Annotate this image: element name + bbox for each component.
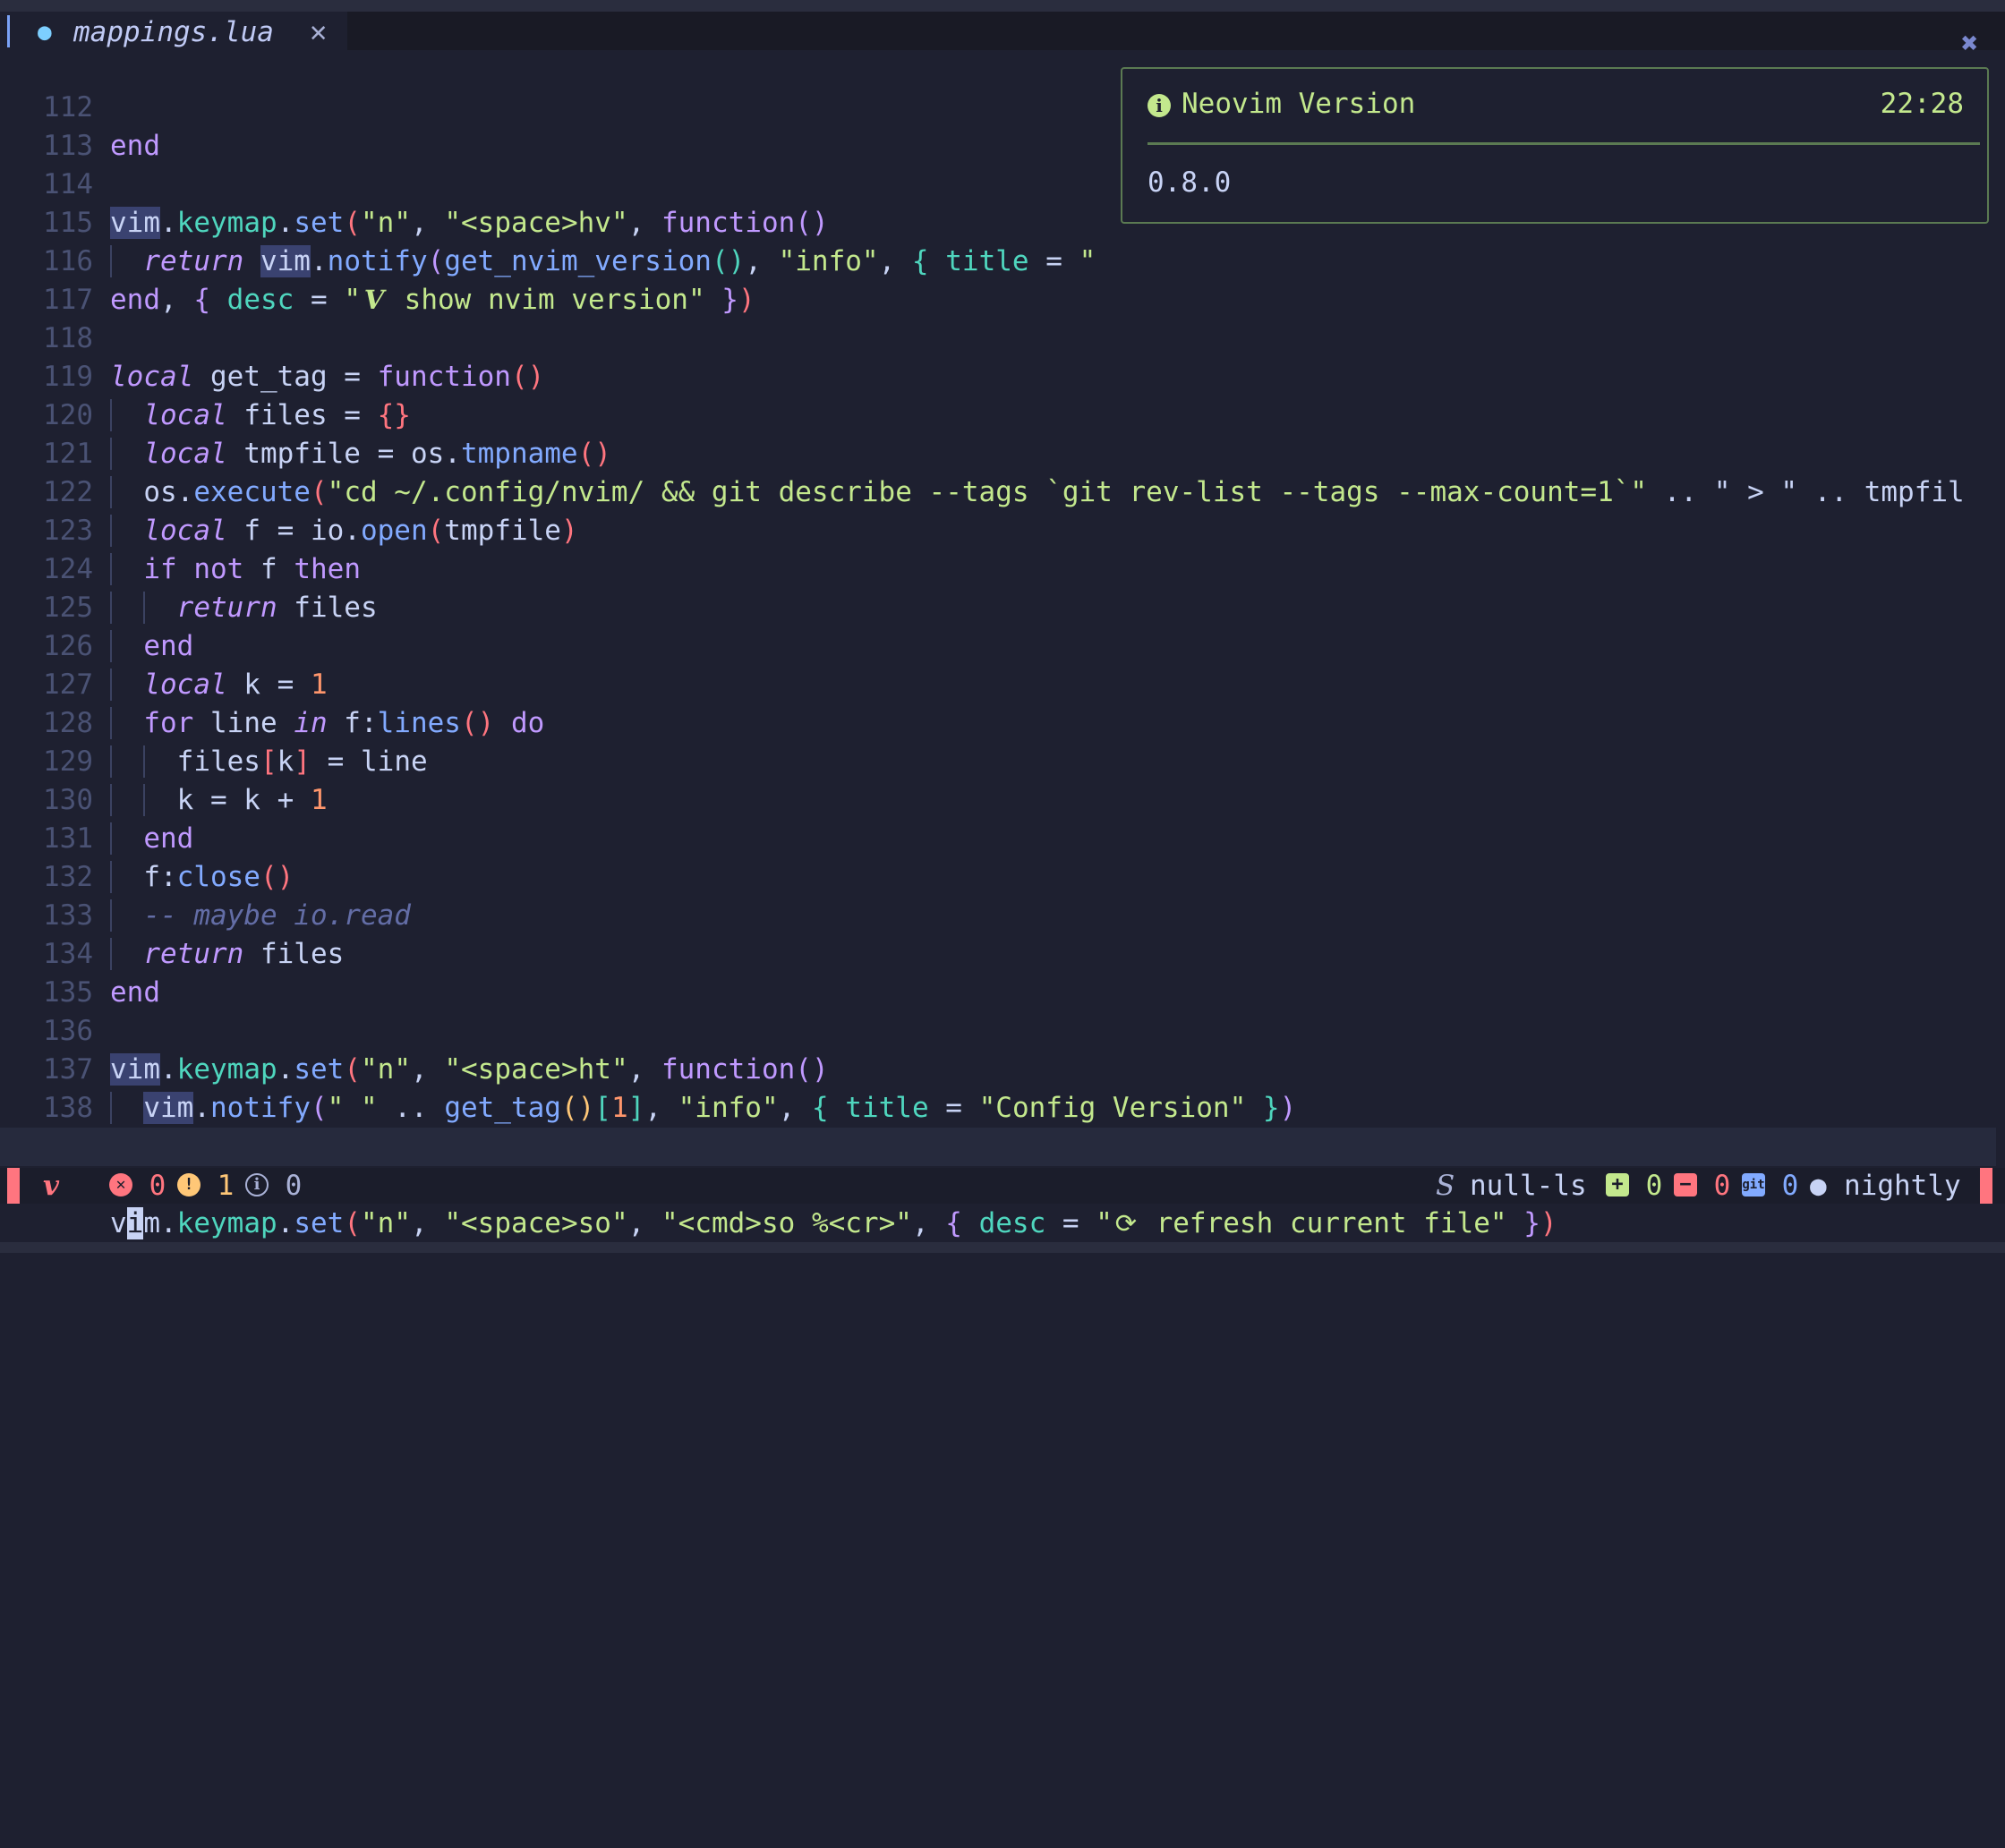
info-icon: i (1148, 94, 1171, 117)
info-circle-icon: i (245, 1172, 269, 1197)
tabline: ● mappings.lua ✕ ✖ (0, 12, 2005, 60)
statusline-left-bar (7, 1168, 20, 1204)
minus-square-icon: − (1674, 1172, 1697, 1197)
diagnostics-errors[interactable]: ✕ 0 (109, 1168, 166, 1204)
git-branch-name[interactable]: nightly (1844, 1168, 1961, 1204)
notification-divider (1148, 142, 1980, 145)
notification-body: 0.8.0 (1148, 166, 1232, 199)
code-line[interactable]: 131 f:close() (0, 781, 1996, 893)
text-cursor: i (126, 1207, 144, 1239)
code-line[interactable]: 127 for line in f:lines() do (0, 627, 1996, 739)
code-line[interactable]: 133 return files (0, 858, 1996, 970)
code-line[interactable]: 121 os.execute("cd ~/.config/nvim/ && gi… (0, 396, 1996, 508)
warning-icon: ! (177, 1172, 200, 1197)
statusline: v ✕ 0 ! 1 i 0 S null-ls + 0 − 0 git 0 ● … (0, 1168, 2005, 1204)
code-line[interactable]: 123 if not f then (0, 473, 1996, 585)
notification-popup[interactable]: i Neovim Version 22:28 0.8.0 (1121, 67, 1989, 224)
refresh-icon: ⟳ (1114, 1208, 1138, 1239)
vim-mode-icon: v (43, 1170, 60, 1202)
git-changed: git 0 (1742, 1170, 1799, 1202)
code-line[interactable]: 122 local f = io.open(tmpfile) (0, 435, 1996, 547)
code-line[interactable]: 130 end (0, 743, 1996, 855)
error-icon: ✕ (109, 1172, 132, 1197)
code-line[interactable]: 128 files[k] = line (0, 666, 1996, 778)
github-icon: ● (1810, 1170, 1827, 1202)
git-icon: git (1742, 1172, 1765, 1197)
plus-square-icon: + (1606, 1172, 1629, 1197)
git-removed: − 0 (1674, 1168, 1730, 1204)
notification-time: 22:28 (1880, 88, 1964, 120)
code-line[interactable]: 118 local get_tag = function() (0, 281, 1996, 393)
code-line[interactable]: 137 vim.notify(" " .. get_tag()[1], "inf… (0, 1012, 1996, 1124)
window-top-strip (0, 0, 2005, 12)
code-line[interactable]: 126 local k = 1 (0, 589, 1996, 701)
code-line[interactable]: 117 (0, 243, 1996, 316)
lsp-client-name[interactable]: null-ls (1470, 1168, 1587, 1204)
code-line[interactable]: 135 (0, 935, 1996, 1009)
code-line[interactable]: 132 -- maybe io.read (0, 820, 1996, 932)
tab-title: mappings.lua (73, 16, 274, 48)
code-text: vim.keymap.set("n", "<space>so", "<cmd>s… (110, 1205, 1557, 1243)
git-added: + 0 (1606, 1168, 1662, 1204)
lua-file-icon: ● (38, 19, 52, 46)
code-line[interactable]: 120 local tmpfile = os.tmpname() (0, 358, 1996, 470)
code-line[interactable]: 119 local files = {} (0, 319, 1996, 431)
tab-mappings-lua[interactable]: ● mappings.lua ✕ (0, 12, 347, 50)
code-line[interactable]: 134 end (0, 897, 1996, 1009)
code-line[interactable]: 129 k = k + 1 (0, 704, 1996, 816)
code-line[interactable]: 136 vim.keymap.set("n", "<space>ht", fun… (0, 974, 1996, 1086)
diagnostics-warnings[interactable]: ! 1 (177, 1168, 234, 1204)
active-tab-indicator (7, 15, 10, 47)
command-line-area[interactable] (0, 1242, 2005, 1253)
code-line[interactable]: 124 return files (0, 512, 1996, 624)
notification-title: Neovim Version (1182, 88, 1416, 120)
code-line-current[interactable]: 140 vim.keymap.set("n", "<space>so", "<c… (0, 1128, 1996, 1239)
diagnostics-info[interactable]: i 0 (245, 1168, 302, 1204)
code-line[interactable]: 139 (0, 1089, 1996, 1162)
lsp-icon: S (1436, 1170, 1455, 1202)
tab-close-icon[interactable]: ✕ (310, 14, 327, 48)
statusline-right-bar (1980, 1168, 1992, 1204)
code-line[interactable]: 138 end, { desc = "🏷 show git latest tag… (0, 1051, 1996, 1162)
code-line[interactable]: 125 end (0, 550, 1996, 662)
